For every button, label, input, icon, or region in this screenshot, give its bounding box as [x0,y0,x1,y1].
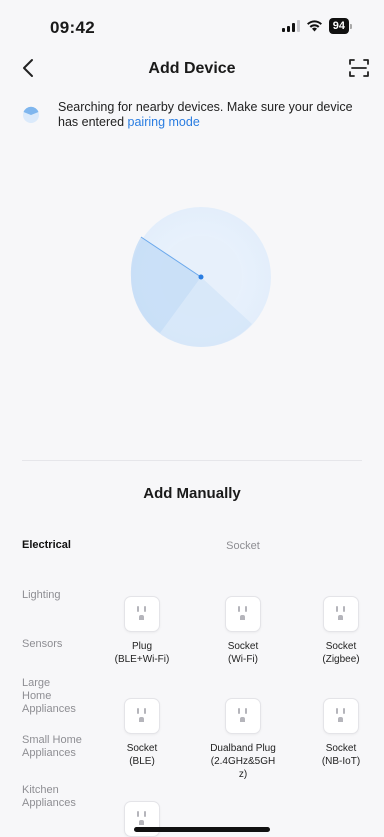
device-label: Socket (NB-IoT) [321,743,361,767]
category-electrical[interactable]: Electrical [22,539,118,552]
device-label: Dualband Plug (2.4GHz&5GH z) [210,743,276,780]
outlet-icon [225,596,261,632]
add-manually-title: Add Manually [143,485,241,502]
outlet-icon [323,596,359,632]
category-kitchen-appliances[interactable]: Kitchen Appliances [22,784,82,810]
home-indicator[interactable] [134,827,270,832]
section-divider [22,460,362,461]
nav-bar: Add Device [0,52,384,88]
device-socket-ble[interactable]: Socket (BLE) [99,698,185,768]
battery-icon: 94 [328,18,352,34]
search-message-text: Searching for nearby devices. Make sure … [58,100,353,129]
status-icons: 94 [281,18,352,34]
device-plug-ble-wifi[interactable]: Plug (BLE+Wi-Fi) [99,596,185,666]
device-label: Plug (BLE+Wi-Fi) [114,641,170,665]
outlet-icon [124,596,160,632]
device-dualband-plug[interactable]: Dualband Plug (2.4GHz&5GH z) [200,698,286,781]
status-bar: 09:42 94 [0,0,384,56]
device-label: Socket (BLE) [126,743,158,767]
category-small-home-appliances[interactable]: Small Home Appliances [22,734,92,760]
outlet-icon [225,698,261,734]
page-title: Add Device [148,60,236,77]
loading-spinner-icon [23,106,39,123]
status-time: 09:42 [50,18,95,37]
search-message: Searching for nearby devices. Make sure … [58,100,362,130]
device-socket-nb-iot[interactable]: Socket (NB-IoT) [298,698,384,768]
device-socket-wifi[interactable]: Socket (Wi-Fi) [200,596,286,666]
device-label: Socket (Wi-Fi) [227,641,259,665]
scan-qr-icon[interactable] [348,57,370,79]
search-notice: Searching for nearby devices. Make sure … [22,100,362,130]
category-large-home-appliances[interactable]: Large Home Appliances [22,677,82,716]
radar-scan-graphic [130,207,271,347]
outlet-icon [124,698,160,734]
battery-level: 94 [328,18,349,34]
wifi-icon [306,20,322,32]
device-socket-zigbee[interactable]: Socket (Zigbee) [298,596,384,666]
device-label: Socket (Zigbee) [322,641,360,665]
pairing-mode-link[interactable]: pairing mode [128,115,200,129]
outlet-icon [323,698,359,734]
cellular-signal-icon [281,20,300,32]
subcategory-title: Socket [226,540,260,552]
